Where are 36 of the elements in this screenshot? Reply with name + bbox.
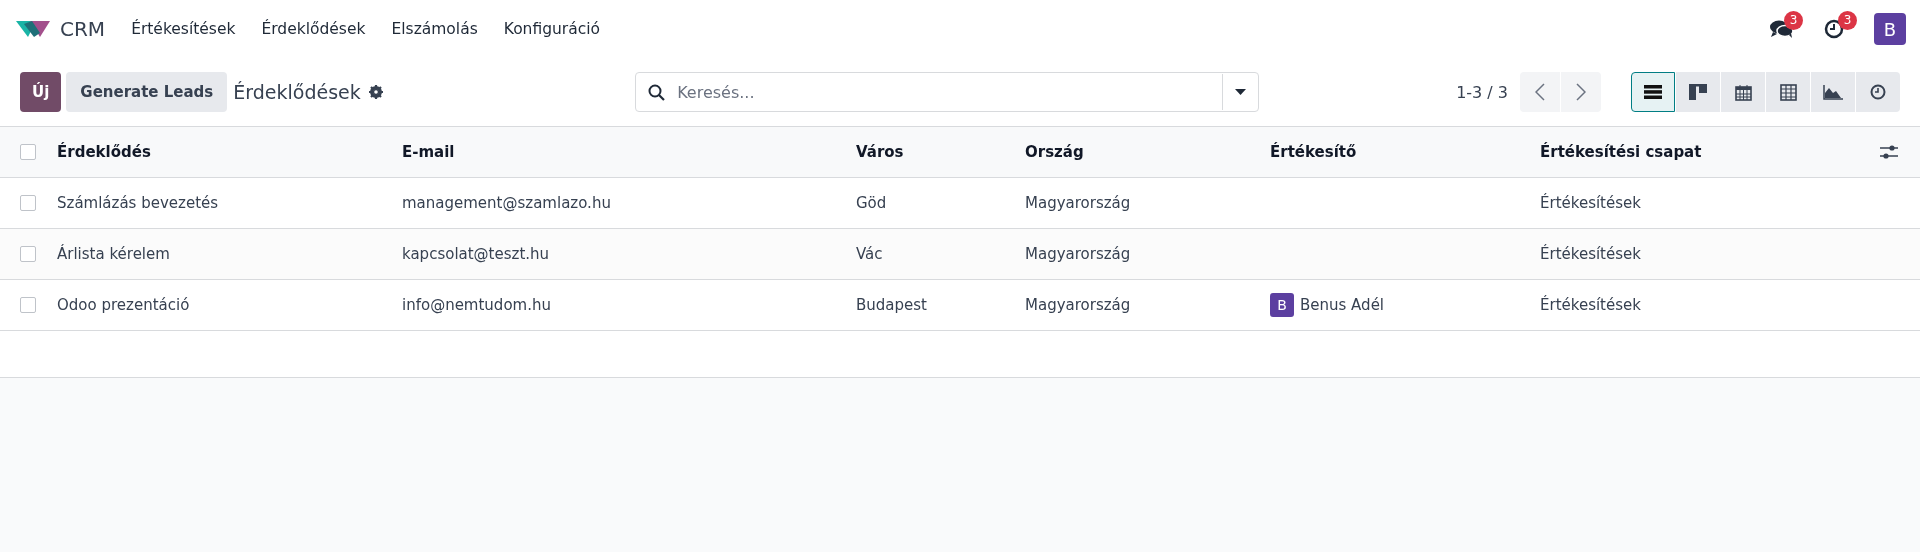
menu-item[interactable]: Konfiguráció — [503, 20, 601, 38]
table-cell: Értékesítések — [1540, 194, 1641, 212]
table-cell: Budapest — [856, 296, 927, 314]
table-cell: Értékesítések — [1540, 245, 1641, 263]
column-header[interactable]: Érdeklődés — [57, 143, 402, 161]
salesperson-name: Benus Adél — [1300, 296, 1385, 314]
table-cell: Vác — [856, 245, 883, 263]
table-cell: Magyarország — [1025, 194, 1131, 212]
column-header[interactable]: Értékesítő — [1270, 143, 1540, 161]
column-header[interactable]: Értékesítési csapat — [1540, 143, 1880, 161]
table-cell: Magyarország — [1025, 245, 1131, 263]
notification-badge: 3 — [1838, 11, 1857, 30]
user-avatar[interactable]: B — [1874, 13, 1906, 45]
table-cell: management@szamlazo.hu — [402, 194, 611, 212]
table-cell: Magyarország — [1025, 296, 1131, 314]
table-cell: info@nemtudom.hu — [402, 296, 551, 314]
table-cell: kapcsolat@teszt.hu — [402, 245, 550, 263]
menu-item[interactable]: Értékesítések — [131, 20, 236, 38]
generate-leads-button[interactable]: Generate Leads — [66, 72, 228, 112]
new-button[interactable]: Új — [20, 72, 62, 112]
menu-item[interactable]: Érdeklődések — [261, 20, 366, 38]
table-cell: Árlista kérelem — [57, 245, 170, 263]
menu-item[interactable]: Elszámolás — [391, 20, 478, 38]
column-header[interactable]: Város — [856, 143, 1025, 161]
table-cell: Göd — [856, 194, 887, 212]
search-bar[interactable]: Keresés... — [635, 72, 1260, 112]
page-title: Érdeklődések — [233, 81, 361, 103]
column-header[interactable]: E-mail — [402, 143, 856, 161]
table-cell: Értékesítések — [1540, 296, 1641, 314]
pager-value[interactable]: 1-3 / 3 — [1456, 82, 1508, 102]
table-cell: Odoo prezentáció — [57, 296, 190, 314]
app-name[interactable]: CRM — [60, 17, 106, 41]
notification-badge: 3 — [1784, 11, 1803, 30]
table-cell: Számlázás bevezetés — [57, 194, 219, 212]
user-avatar: B — [1270, 293, 1294, 317]
column-header[interactable]: Ország — [1025, 143, 1270, 161]
